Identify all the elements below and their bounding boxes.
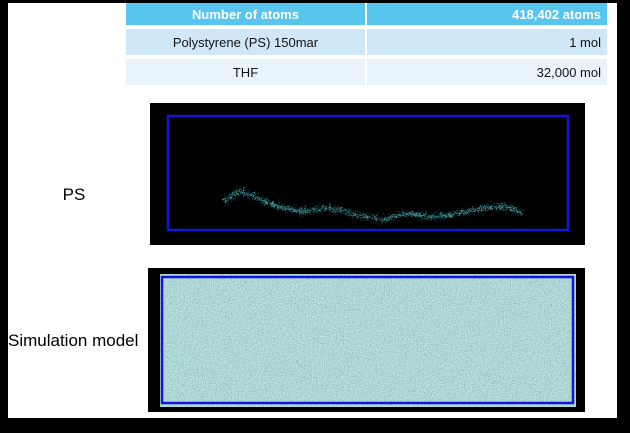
table-row: Polystyrene (PS) 150mar 1 mol [126,29,607,55]
table-header-name: Number of atoms [126,3,365,25]
table-header-row: Number of atoms 418,402 atoms [126,3,607,25]
table-cell-species: THF [126,59,365,85]
table-row: THF 32,000 mol [126,59,607,85]
table-cell-amount: 1 mol [367,29,607,55]
composition-table: Number of atoms 418,402 atoms Polystyren… [126,3,607,85]
table-header-total-atoms: 418,402 atoms [367,3,607,25]
ps-row-label: PS [8,185,140,205]
table-cell-species: Polystyrene (PS) 150mar [126,29,365,55]
slide-canvas: Number of atoms 418,402 atoms Polystyren… [0,0,630,433]
table-cell-amount: 32,000 mol [367,59,607,85]
ps-panel-background [150,103,585,245]
ps-chain-snapshot [150,103,585,245]
simulation-model-row-label: Simulation model [8,331,158,351]
solvent-noise [160,274,576,407]
simulation-model-snapshot [148,268,585,412]
